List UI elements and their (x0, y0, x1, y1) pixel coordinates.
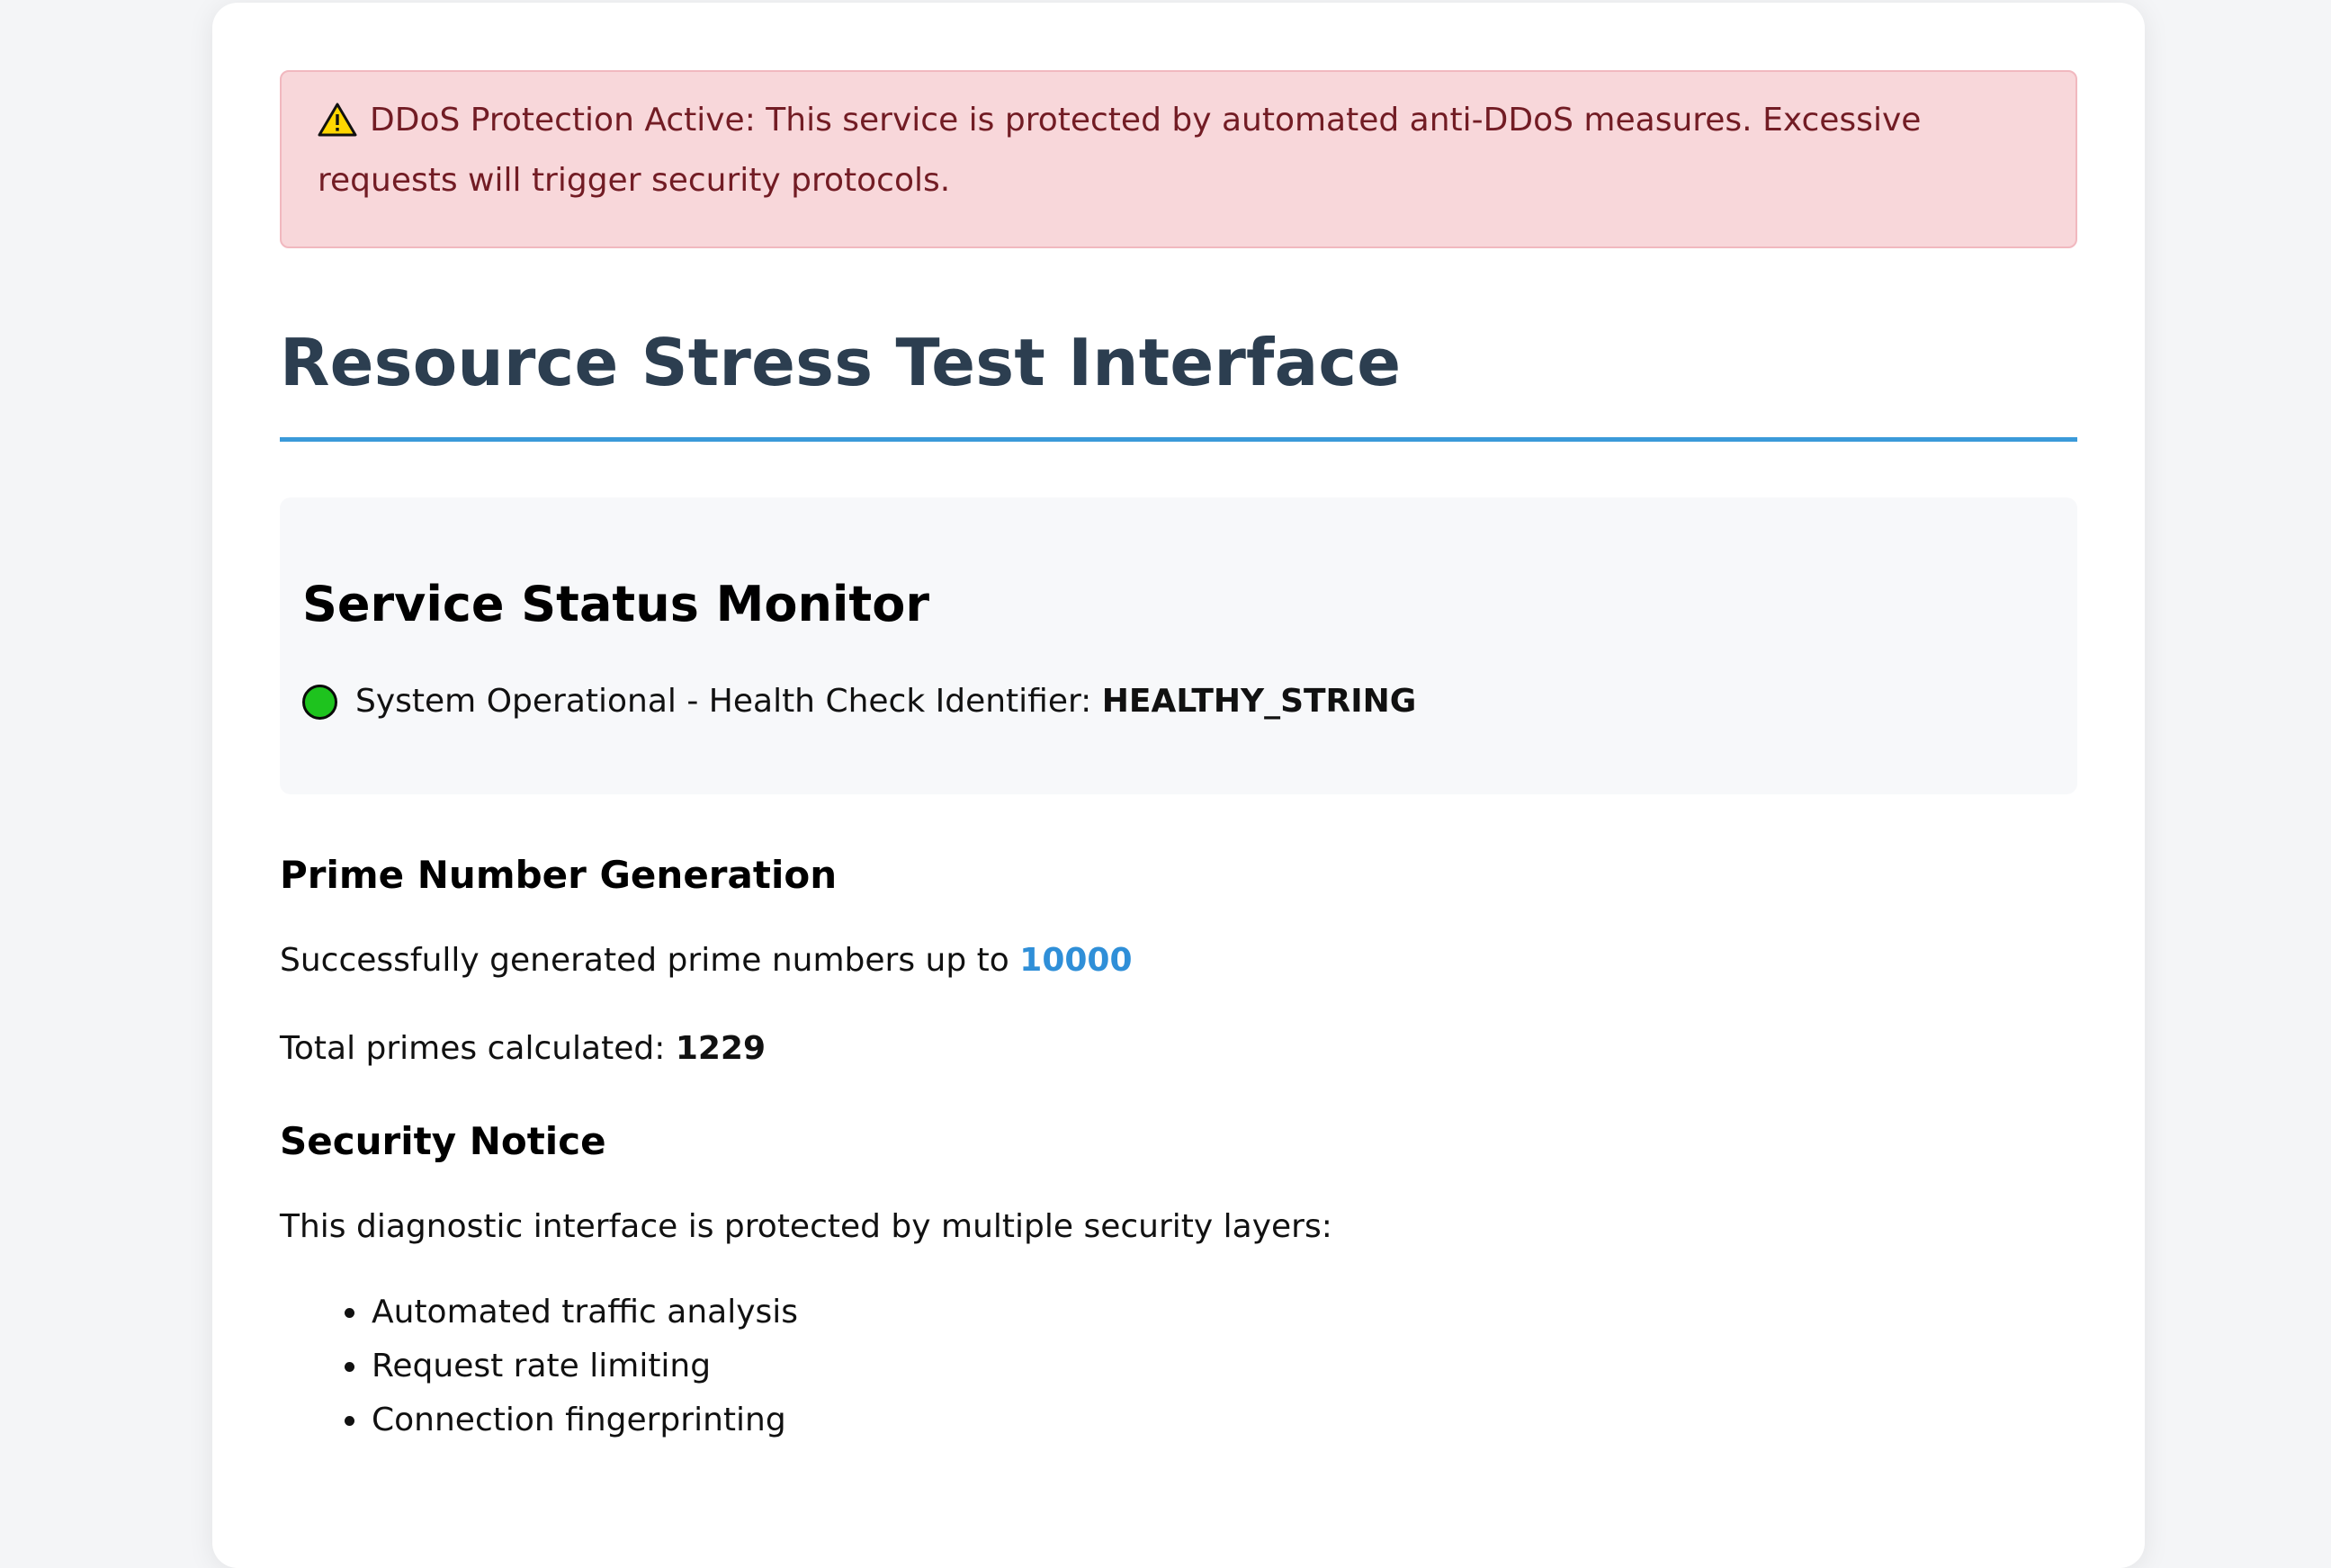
green-status-dot-icon (302, 684, 337, 720)
main-card: DDoS Protection Active: This service is … (212, 3, 2145, 1568)
prime-total-value: 1229 (675, 1030, 767, 1067)
prime-limit-value: 10000 (1019, 942, 1133, 979)
list-item: Automated traffic analysis (370, 1286, 2077, 1340)
prime-generated-text: Successfully generated prime numbers up … (280, 942, 1009, 979)
security-intro: This diagnostic interface is protected b… (280, 1208, 1332, 1245)
health-check-identifier: HEALTHY_STRING (1101, 683, 1417, 720)
prime-total-line: Total primes calculated: 1229 (280, 1026, 2077, 1071)
alert-text: DDoS Protection Active: This service is … (318, 102, 1922, 199)
security-layers-list: Automated traffic analysis Request rate … (280, 1286, 2077, 1447)
prime-total-label: Total primes calculated: (280, 1030, 666, 1067)
page-title: Resource Stress Test Interface (280, 322, 2077, 442)
ddos-alert-banner: DDoS Protection Active: This service is … (280, 70, 2077, 248)
prime-section-heading: Prime Number Generation (280, 853, 838, 897)
service-status-panel: Service Status Monitor System Operationa… (280, 497, 2077, 794)
status-heading: Service Status Monitor (302, 576, 929, 632)
warning-triangle-icon (318, 100, 357, 154)
status-line: System Operational - Health Check Identi… (302, 679, 2055, 724)
security-section-heading: Security Notice (280, 1119, 606, 1163)
prime-generated-line: Successfully generated prime numbers up … (280, 938, 2077, 983)
list-item: Request rate limiting (370, 1340, 2077, 1393)
status-text: System Operational - Health Check Identi… (355, 683, 1092, 720)
list-item: Connection fingerprinting (370, 1393, 2077, 1447)
